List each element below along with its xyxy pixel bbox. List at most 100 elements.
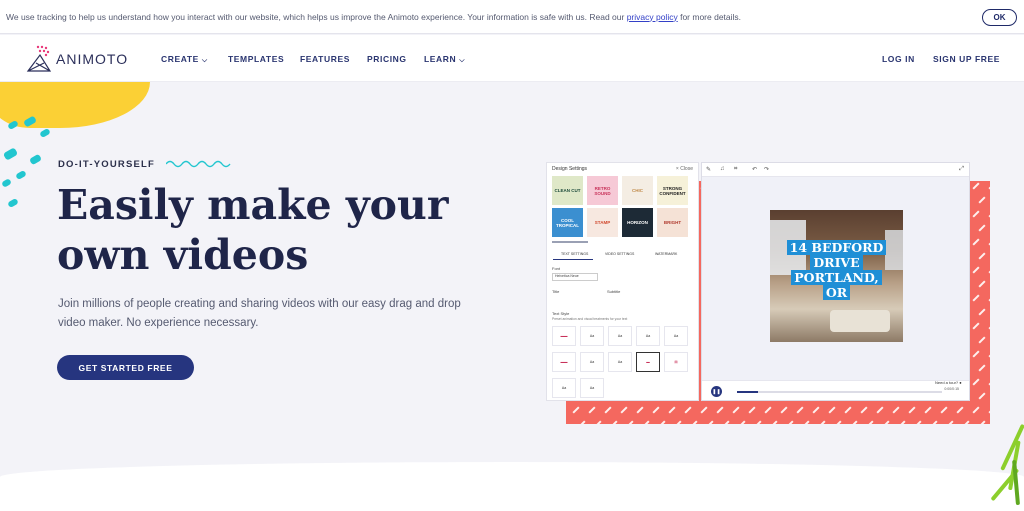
tab-watermark[interactable]: WATERMARK bbox=[655, 252, 677, 256]
decorative-dash bbox=[812, 406, 820, 414]
font-select[interactable]: Helvetica Neue bbox=[552, 273, 598, 281]
cookie-text-before: We use tracking to help us understand ho… bbox=[6, 11, 627, 22]
decorative-dash bbox=[972, 294, 980, 302]
nav-templates[interactable]: TEMPLATES bbox=[228, 54, 284, 64]
decorative-dash bbox=[978, 420, 986, 424]
hero-headline-line2: own videos bbox=[57, 231, 309, 279]
progress-fill bbox=[737, 391, 758, 393]
animoto-logo[interactable]: ANIMOTO bbox=[26, 45, 128, 73]
theme-tile[interactable]: STAMP bbox=[587, 208, 618, 237]
nav-login[interactable]: LOG IN bbox=[882, 54, 915, 64]
decorative-dash bbox=[620, 406, 628, 414]
text-style-option[interactable]: ▬▬ bbox=[552, 352, 576, 372]
decorative-dash bbox=[706, 420, 714, 424]
tab-text-settings[interactable]: TEXT SETTINGS bbox=[561, 252, 588, 256]
tab-video-settings[interactable]: VIDEO SETTINGS bbox=[605, 252, 634, 256]
decorative-dash bbox=[876, 406, 884, 414]
decorative-dash bbox=[892, 406, 900, 414]
text-style-option[interactable]: Aa bbox=[580, 326, 604, 346]
decorative-dash bbox=[700, 406, 708, 414]
redo-icon[interactable]: ↷ bbox=[764, 166, 769, 173]
decorative-dash bbox=[626, 420, 634, 424]
text-style-option[interactable]: Aa bbox=[608, 326, 632, 346]
text-style-option[interactable]: ▬▬ bbox=[552, 326, 576, 346]
expand-icon[interactable]: ⤢ bbox=[959, 166, 964, 173]
subtitle-label: Subtitle bbox=[607, 289, 621, 294]
text-style-desc: Preset animation and visual treatments f… bbox=[552, 317, 628, 321]
theme-tile[interactable]: HORIZON bbox=[622, 208, 653, 237]
text-style-option[interactable]: Aa bbox=[580, 352, 604, 372]
theme-tile[interactable]: BRIGHT bbox=[657, 208, 688, 237]
decorative-dash bbox=[690, 420, 698, 424]
panel-close-button[interactable]: × Close bbox=[676, 166, 693, 172]
text-style-option-selected[interactable]: ▬ bbox=[636, 352, 660, 372]
decorative-dash bbox=[988, 406, 990, 414]
decorative-dash bbox=[652, 406, 660, 414]
decorative-dash bbox=[636, 406, 644, 414]
decorative-teal-shape bbox=[39, 127, 51, 139]
privacy-policy-link[interactable]: privacy policy bbox=[627, 12, 678, 22]
decorative-dash bbox=[748, 406, 756, 414]
text-style-option[interactable]: Aa bbox=[552, 378, 576, 398]
decorative-dash bbox=[578, 420, 586, 424]
decorative-dash bbox=[860, 406, 868, 414]
decorative-dash bbox=[818, 420, 826, 424]
decorative-yellow-shape bbox=[0, 82, 150, 128]
decorative-dash bbox=[930, 420, 938, 424]
decorative-dash bbox=[898, 420, 906, 424]
decorative-dash bbox=[972, 378, 980, 386]
nav-pricing[interactable]: PRICING bbox=[367, 54, 407, 64]
get-started-button[interactable]: GET STARTED FREE bbox=[57, 355, 194, 380]
nav-signup[interactable]: SIGN UP FREE bbox=[933, 54, 1000, 64]
logo-text: ANIMOTO bbox=[56, 51, 129, 67]
decorative-dash bbox=[764, 406, 772, 414]
decorative-dash bbox=[972, 350, 980, 358]
video-preview-stage: ✎ ♫ ⌗ ↶ ↷ ⤢ 14 BEDFORD DRIVE PORTLAND, O… bbox=[701, 162, 970, 401]
text-style-option[interactable]: Aa bbox=[580, 378, 604, 398]
theme-tile[interactable]: COOL TROPICAL bbox=[552, 208, 583, 237]
decorative-dash bbox=[972, 182, 980, 190]
decorative-dash bbox=[956, 406, 964, 414]
text-style-option[interactable]: ▤ bbox=[664, 352, 688, 372]
chevron-down-icon: ⌵ bbox=[201, 57, 208, 64]
decorative-dash bbox=[780, 406, 788, 414]
crop-icon[interactable]: ⌗ bbox=[734, 166, 737, 173]
theme-tile[interactable]: STRONG CONFIDENT bbox=[657, 176, 688, 205]
decorative-dash bbox=[866, 420, 874, 424]
text-style-option[interactable]: Aa bbox=[608, 352, 632, 372]
decorative-dash bbox=[786, 420, 794, 424]
text-style-option[interactable]: Aa bbox=[664, 326, 688, 346]
nav-features[interactable]: FEATURES bbox=[300, 54, 350, 64]
panel-title: Design Settings bbox=[552, 166, 588, 172]
decorative-teal-shape bbox=[1, 178, 12, 188]
decorative-dash bbox=[972, 266, 980, 274]
theme-tile[interactable]: CLEAN CUT bbox=[552, 176, 583, 205]
tour-help-link[interactable]: Need a tour? ● bbox=[935, 380, 962, 385]
pencil-icon[interactable]: ✎ bbox=[706, 166, 711, 173]
decorative-dash bbox=[988, 378, 990, 386]
theme-tile[interactable]: RETRO SOUND bbox=[587, 176, 618, 205]
decorative-dash bbox=[732, 406, 740, 414]
theme-tile[interactable]: CHIC bbox=[622, 176, 653, 205]
decorative-teal-shape bbox=[28, 153, 43, 166]
nav-create[interactable]: CREATE ⌵ bbox=[161, 54, 208, 65]
decorative-dash bbox=[642, 420, 650, 424]
decorative-dash bbox=[572, 406, 580, 414]
title-label: Title bbox=[552, 289, 560, 294]
decorative-dash bbox=[754, 420, 762, 424]
nav-create-label: CREATE bbox=[161, 54, 199, 64]
pause-icon[interactable]: ❚❚ bbox=[711, 386, 722, 397]
text-style-option[interactable]: Aa bbox=[636, 326, 660, 346]
nav-learn[interactable]: LEARN ⌵ bbox=[424, 54, 465, 65]
decorative-dash bbox=[882, 420, 890, 424]
cookie-ok-button[interactable]: OK bbox=[982, 9, 1017, 26]
undo-icon[interactable]: ↶ bbox=[752, 166, 757, 173]
progress-bar[interactable] bbox=[737, 391, 942, 393]
decorative-dash bbox=[972, 238, 980, 246]
decorative-dash bbox=[972, 322, 980, 330]
music-icon[interactable]: ♫ bbox=[720, 166, 725, 172]
editor-toolbar: ✎ ♫ ⌗ ↶ ↷ ⤢ bbox=[702, 163, 969, 177]
cookie-text: We use tracking to help us understand ho… bbox=[6, 12, 741, 22]
caption-line: 14 BEDFORD bbox=[786, 240, 887, 255]
squiggle-icon bbox=[166, 160, 231, 168]
